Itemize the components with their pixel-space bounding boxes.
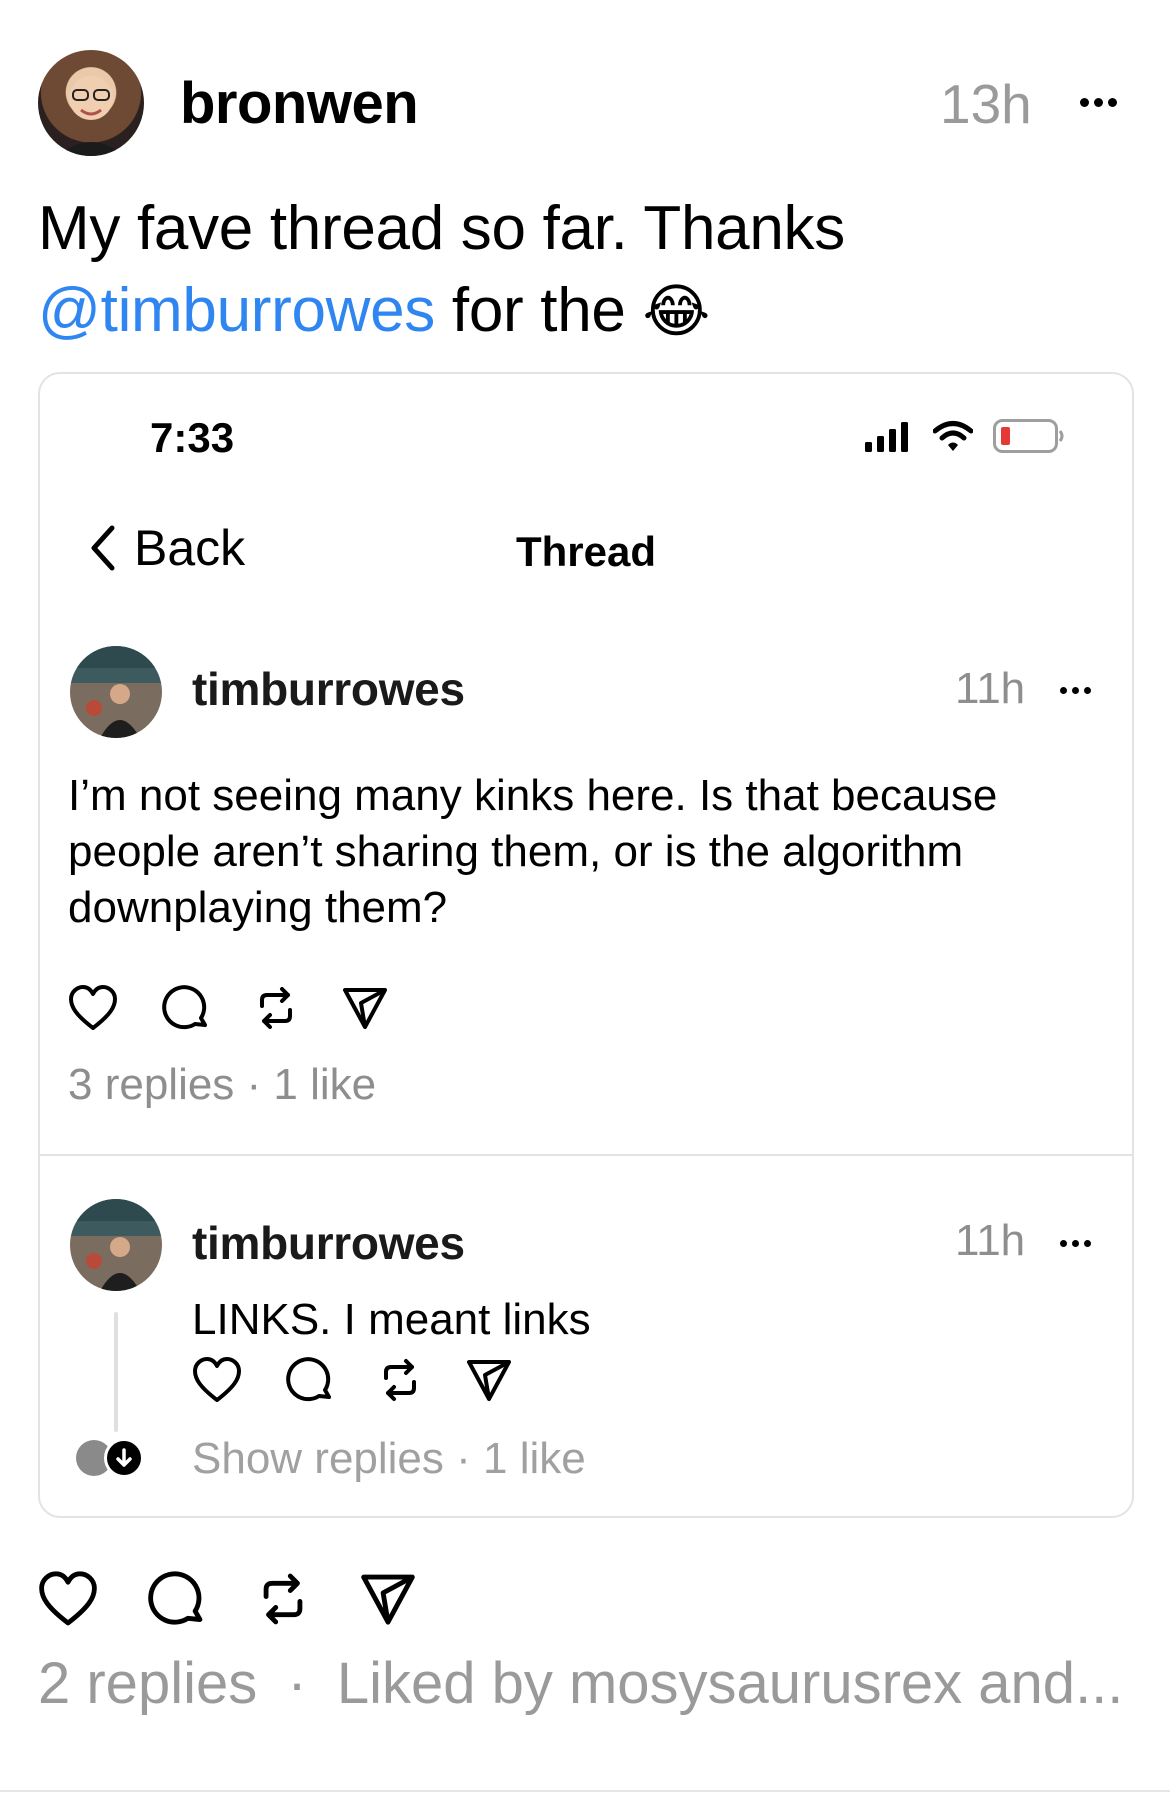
- post-text-line-2: @timburrowes for the 😂: [38, 270, 1138, 353]
- comment-icon[interactable]: [286, 1356, 334, 1404]
- more-icon[interactable]: [1080, 98, 1117, 107]
- timburrowes-avatar[interactable]: [70, 646, 162, 738]
- wifi-icon: [933, 420, 973, 452]
- comment-icon[interactable]: [162, 984, 210, 1032]
- replies-count[interactable]: 2 replies: [38, 1651, 257, 1716]
- expand-arrow-icon: [104, 1438, 144, 1478]
- post-text-rest: for the: [451, 276, 626, 345]
- comment-icon[interactable]: [148, 1570, 206, 1628]
- show-replies-link[interactable]: Show replies · 1 like: [192, 1434, 586, 1484]
- author-avatar[interactable]: [38, 50, 144, 156]
- thread-text-line-2: people aren’t sharing them, or is the al…: [68, 827, 964, 876]
- thread-text-line-1: I’m not seeing many kinks here. Is that …: [68, 771, 998, 820]
- heart-icon[interactable]: [38, 1571, 98, 1627]
- more-icon[interactable]: [1060, 1240, 1091, 1247]
- repost-icon[interactable]: [256, 1570, 310, 1628]
- share-icon[interactable]: [466, 1357, 512, 1403]
- liked-by[interactable]: Liked by mosysaurusrex and...: [337, 1651, 1124, 1716]
- more-icon[interactable]: [1060, 687, 1091, 694]
- repost-icon[interactable]: [254, 984, 298, 1032]
- post-action-bar: [38, 1570, 416, 1628]
- reply-action-bar: [192, 1356, 512, 1404]
- reply-thread-line: [114, 1312, 118, 1432]
- mention-link[interactable]: @timburrowes: [38, 276, 435, 345]
- thread-author-name[interactable]: timburrowes: [192, 662, 465, 716]
- thread-post-stats[interactable]: 3 replies · 1 like: [68, 1060, 376, 1110]
- thread-post-text: I’m not seeing many kinks here. Is that …: [68, 768, 1118, 936]
- share-icon[interactable]: [360, 1571, 416, 1627]
- heart-icon[interactable]: [192, 1357, 242, 1403]
- thread-post-time: 11h: [955, 664, 1026, 713]
- post-stats: 2 replies · Liked by mosysaurusrex and..…: [38, 1650, 1148, 1717]
- status-time: 7:33: [150, 414, 235, 461]
- thread-text-line-3: downplaying them?: [68, 883, 448, 932]
- author-name[interactable]: bronwen: [180, 70, 419, 137]
- thread-action-bar: [68, 984, 388, 1032]
- share-icon[interactable]: [342, 985, 388, 1031]
- post-time: 13h: [940, 73, 1032, 135]
- repost-icon[interactable]: [378, 1356, 422, 1404]
- divider: [40, 1154, 1132, 1156]
- signal-icon: [865, 422, 911, 452]
- embedded-screenshot[interactable]: 7:33 Back Thread timburrowes 11h I’m not…: [38, 372, 1134, 1518]
- post-text: My fave thread so far. Thanks @timburrow…: [38, 188, 1138, 353]
- reply-avatar[interactable]: [70, 1199, 162, 1291]
- reply-time: 11h: [955, 1216, 1026, 1265]
- reply-author-name[interactable]: timburrowes: [192, 1216, 465, 1270]
- heart-icon[interactable]: [68, 985, 118, 1031]
- bottom-divider: [0, 1790, 1170, 1792]
- reply-text: LINKS. I meant links: [192, 1295, 591, 1344]
- nav-title: Thread: [515, 528, 657, 575]
- laughing-emoji: 😂: [642, 279, 711, 344]
- replier-avatars[interactable]: [76, 1436, 148, 1480]
- stats-separator: ·: [287, 1651, 307, 1716]
- battery-icon: [993, 419, 1065, 453]
- post-text-line-1: My fave thread so far. Thanks: [38, 194, 845, 263]
